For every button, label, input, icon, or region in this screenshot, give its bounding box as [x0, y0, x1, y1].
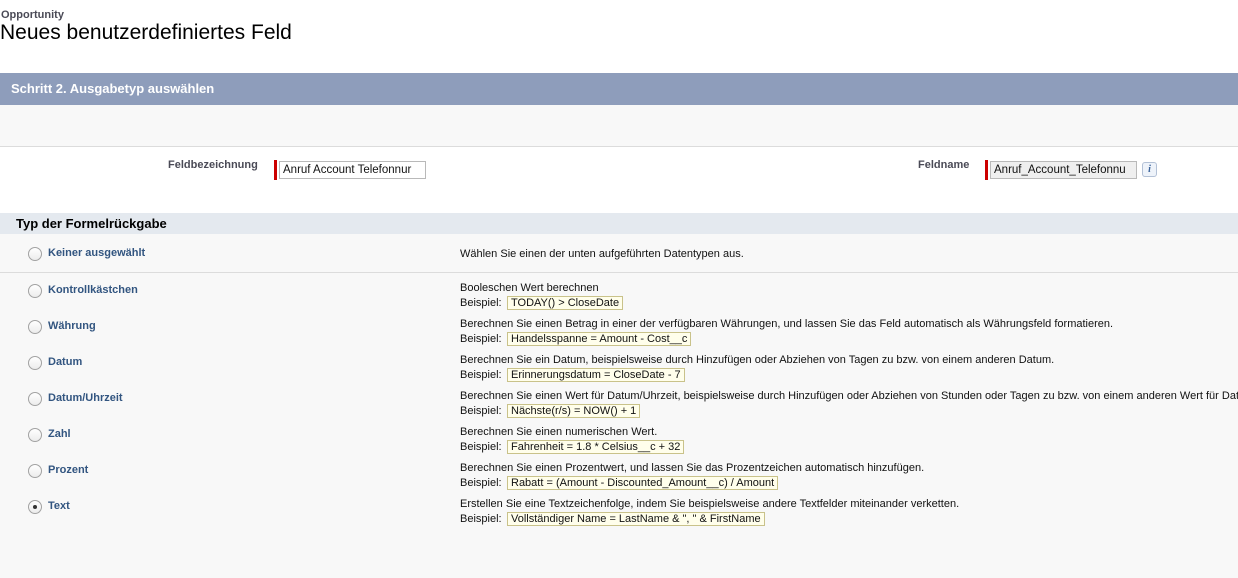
radio-keiner-ausgewählt[interactable] [28, 247, 42, 261]
step-header: Schritt 2. Ausgabetyp auswählen [0, 73, 1238, 105]
example-prefix: Beispiel: [460, 369, 502, 381]
required-marker [274, 160, 277, 180]
object-label: Opportunity [1, 9, 64, 21]
option-description: Berechnen Sie einen Betrag in einer der … [460, 318, 1114, 330]
field-properties-area [0, 147, 1238, 213]
option-description: Wählen Sie einen der unten aufgeführten … [460, 248, 744, 260]
option-label-datum[interactable]: Datum [48, 356, 82, 368]
option-label-datum-uhrzeit[interactable]: Datum/Uhrzeit [48, 392, 123, 404]
field-label-caption: Feldbezeichnung [168, 159, 258, 171]
radio-zahl[interactable] [28, 428, 42, 442]
page-title: Neues benutzerdefiniertes Feld [0, 21, 292, 44]
example-formula: Handelsspanne = Amount - Cost__c [507, 332, 692, 346]
option-description: Erstellen Sie eine Textzeichenfolge, ind… [460, 498, 960, 510]
option-description: Berechnen Sie einen numerischen Wert. [460, 426, 658, 438]
option-label-währung[interactable]: Währung [48, 320, 96, 332]
field-name-input[interactable] [990, 161, 1137, 179]
radio-datum-uhrzeit[interactable] [28, 392, 42, 406]
radio-text[interactable] [28, 500, 42, 514]
option-label-keiner-ausgewählt[interactable]: Keiner ausgewählt [48, 247, 145, 259]
info-icon[interactable]: i [1142, 162, 1157, 177]
option-label-text[interactable]: Text [48, 500, 70, 512]
example-prefix: Beispiel: [460, 405, 502, 417]
formula-return-type-title: Typ der Formelrückgabe [0, 213, 1238, 234]
divider [0, 272, 1238, 273]
required-marker [985, 160, 988, 180]
field-label-input[interactable] [279, 161, 426, 179]
option-description: Berechnen Sie einen Wert für Datum/Uhrze… [460, 390, 1238, 402]
example-prefix: Beispiel: [460, 513, 502, 525]
example-formula: Erinnerungsdatum = CloseDate - 7 [507, 368, 685, 382]
example-formula: TODAY() > CloseDate [507, 296, 624, 310]
option-label-zahl[interactable]: Zahl [48, 428, 71, 440]
example-prefix: Beispiel: [460, 297, 502, 309]
field-name-caption: Feldname [918, 159, 970, 171]
example-prefix: Beispiel: [460, 477, 502, 489]
example-formula: Vollständiger Name = LastName & ", " & F… [507, 512, 765, 526]
example-formula: Nächste(r/s) = NOW() + 1 [507, 404, 641, 418]
radio-währung[interactable] [28, 320, 42, 334]
radio-datum[interactable] [28, 356, 42, 370]
option-description: Berechnen Sie einen Prozentwert, und las… [460, 462, 925, 474]
option-description: Booleschen Wert berechnen [460, 282, 599, 294]
radio-prozent[interactable] [28, 464, 42, 478]
example-formula: Fahrenheit = 1.8 * Celsius__c + 32 [507, 440, 685, 454]
example-prefix: Beispiel: [460, 333, 502, 345]
option-label-kontrollkästchen[interactable]: Kontrollkästchen [48, 284, 138, 296]
option-description: Berechnen Sie ein Datum, beispielsweise … [460, 354, 1055, 366]
example-prefix: Beispiel: [460, 441, 502, 453]
option-label-prozent[interactable]: Prozent [48, 464, 88, 476]
radio-kontrollkästchen[interactable] [28, 284, 42, 298]
example-formula: Rabatt = (Amount - Discounted_Amount__c)… [507, 476, 779, 490]
